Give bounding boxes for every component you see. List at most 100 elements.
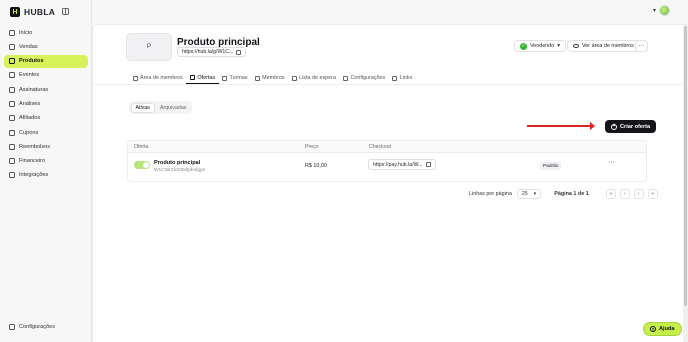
tab-lista-de-espera[interactable]: Lista de espera — [288, 72, 339, 84]
link-icon — [392, 75, 398, 81]
ticket-icon — [9, 129, 15, 136]
check-circle-icon: ✓ — [520, 42, 527, 50]
sidebar-item-afiliados[interactable]: Afiliados — [4, 112, 88, 125]
cart-icon — [9, 43, 15, 50]
sidebar-item-produtos[interactable]: Produtos — [4, 54, 88, 68]
layout-icon — [132, 75, 138, 81]
offer-enabled-toggle[interactable] — [134, 161, 150, 169]
sidebar-item-configuracoes[interactable]: Configurações — [4, 320, 88, 333]
column-header-price: Preço — [305, 144, 319, 150]
column-header-offer: Oferta — [134, 144, 149, 150]
previous-page-button[interactable]: ‹ — [619, 189, 630, 199]
sidebar-item-assinaturas[interactable]: Assinaturas — [4, 83, 88, 96]
offer-name: Produto principal — [154, 160, 201, 166]
rows-per-page-select[interactable]: 25 ▾ — [516, 189, 542, 199]
sidebar-item-cupons[interactable]: Cupons — [4, 126, 88, 139]
chevron-down-icon: ▾ — [557, 43, 561, 49]
pagination: Linhas por página 25 ▾ Página 1 de 1 « ‹… — [469, 189, 658, 199]
sidebar-item-analises[interactable]: Análises — [4, 97, 88, 110]
status-label: Vendendo — [530, 43, 555, 49]
plus-circle-icon: + — [611, 123, 617, 130]
refresh-icon — [9, 86, 15, 93]
sidebar-item-label: Cupons — [19, 129, 39, 136]
copy-icon[interactable] — [236, 49, 242, 55]
sidebar-item-label: Assinaturas — [19, 86, 49, 93]
sidebar-item-label: Início — [19, 29, 33, 36]
brand[interactable]: H HUBLA — [10, 6, 55, 18]
offer-filter: Ativas Arquivadas — [129, 101, 192, 114]
rows-per-page-value: 25 — [521, 191, 528, 197]
help-button[interactable]: ? Ajuda — [643, 322, 682, 336]
sidebar-item-label: Vendas — [19, 43, 38, 50]
sidebar-toggle-icon[interactable] — [62, 8, 69, 15]
table-header: Oferta Preço Checkout — [128, 141, 646, 153]
tab-links[interactable]: Links — [389, 72, 416, 84]
main-panel: P Produto principal https://hub.la/g/W1C… — [92, 24, 683, 342]
tab-area-de-membros[interactable]: Área de membros — [129, 72, 186, 84]
view-members-area-button[interactable]: Ver área de membros — [567, 40, 640, 52]
chevron-down-icon: ▾ — [533, 191, 537, 197]
sidebar-nav: Início Vendas Produtos Eventos Assinatur… — [4, 26, 88, 183]
eye-icon — [573, 44, 579, 48]
tag-icon — [189, 75, 195, 80]
filter-active-button[interactable]: Ativas — [130, 102, 155, 113]
tab-label: Turmas — [229, 75, 248, 81]
scrollbar-thumb[interactable] — [684, 26, 687, 306]
tab-label: Área de membros — [140, 75, 183, 81]
sidebar-item-eventos[interactable]: Eventos — [4, 69, 88, 82]
tab-ofertas[interactable]: Ofertas — [186, 72, 219, 84]
more-options-button[interactable]: ··· — [635, 40, 648, 52]
sidebar-item-integracoes[interactable]: Integrações — [4, 169, 88, 182]
tab-membros[interactable]: Membros — [251, 72, 288, 84]
sidebar-item-label: Integrações — [19, 172, 49, 179]
sidebar: H HUBLA Início Vendas Produtos Eventos A… — [0, 0, 92, 342]
chevron-down-icon[interactable]: ▾ — [653, 7, 656, 14]
sidebar-item-inicio[interactable]: Início — [4, 26, 88, 39]
brand-name: HUBLA — [24, 7, 56, 17]
sidebar-item-financeiro[interactable]: Financeiro — [4, 155, 88, 168]
list-icon — [291, 75, 297, 81]
product-thumbnail: P — [126, 33, 172, 61]
tabs-divider — [93, 84, 683, 85]
help-label: Ajuda — [659, 326, 675, 332]
tab-label: Configurações — [350, 75, 386, 81]
checkout-link-pill[interactable]: https://pay.hub.la/W... — [368, 159, 436, 170]
product-url-pill[interactable]: https://hub.la/g/W1C... — [177, 47, 247, 57]
status-dropdown[interactable]: ✓ Vendendo ▾ — [514, 40, 567, 52]
chart-icon — [9, 100, 15, 107]
next-page-button[interactable]: › — [633, 189, 644, 199]
tab-turmas[interactable]: Turmas — [219, 72, 252, 84]
tabs: Área de membros Ofertas Turmas Membros L… — [129, 72, 416, 84]
last-page-button[interactable]: » — [647, 189, 658, 199]
copy-icon[interactable] — [425, 162, 431, 167]
offer-price: R$ 10,00 — [305, 163, 327, 169]
offers-table: Oferta Preço Checkout Produto principal … — [127, 140, 647, 182]
filter-archived-button[interactable]: Arquivadas — [156, 103, 191, 113]
tab-label: Ofertas — [197, 74, 216, 81]
tab-label: Membros — [262, 75, 285, 81]
row-more-options-button[interactable]: ··· — [608, 159, 615, 166]
tab-configuracoes[interactable]: Configurações — [339, 72, 388, 84]
sidebar-item-vendas[interactable]: Vendas — [4, 40, 88, 53]
sidebar-item-label: Análises — [19, 100, 41, 107]
sidebar-item-label: Eventos — [19, 72, 40, 79]
scrollbar[interactable] — [683, 24, 688, 342]
sidebar-item-reembolsos[interactable]: Reembolsos — [4, 140, 88, 153]
refund-icon — [9, 143, 15, 150]
create-offer-button[interactable]: + Criar oferta — [605, 120, 657, 133]
sidebar-item-label: Afiliados — [19, 115, 41, 122]
sidebar-item-label: Reembolsos — [19, 143, 51, 150]
offer-id: W1CWrCkt2Ibi0pbvfgpn — [154, 168, 206, 173]
table-row[interactable]: Produto principal W1CWrCkt2Ibi0pbvfgpn R… — [128, 153, 646, 181]
calendar-icon — [9, 72, 15, 79]
annotation-arrow — [527, 122, 595, 130]
view-members-area-label: Ver área de membros — [582, 43, 634, 49]
avatar[interactable] — [659, 5, 670, 16]
default-badge: Padrão — [540, 162, 562, 170]
rows-per-page-label: Linhas por página — [469, 191, 512, 197]
first-page-button[interactable]: « — [605, 189, 616, 199]
gear-icon — [9, 323, 15, 330]
user-menu[interactable]: ▾ — [653, 5, 670, 16]
hubla-logo-icon: H — [10, 7, 20, 17]
gear-icon — [342, 75, 348, 81]
